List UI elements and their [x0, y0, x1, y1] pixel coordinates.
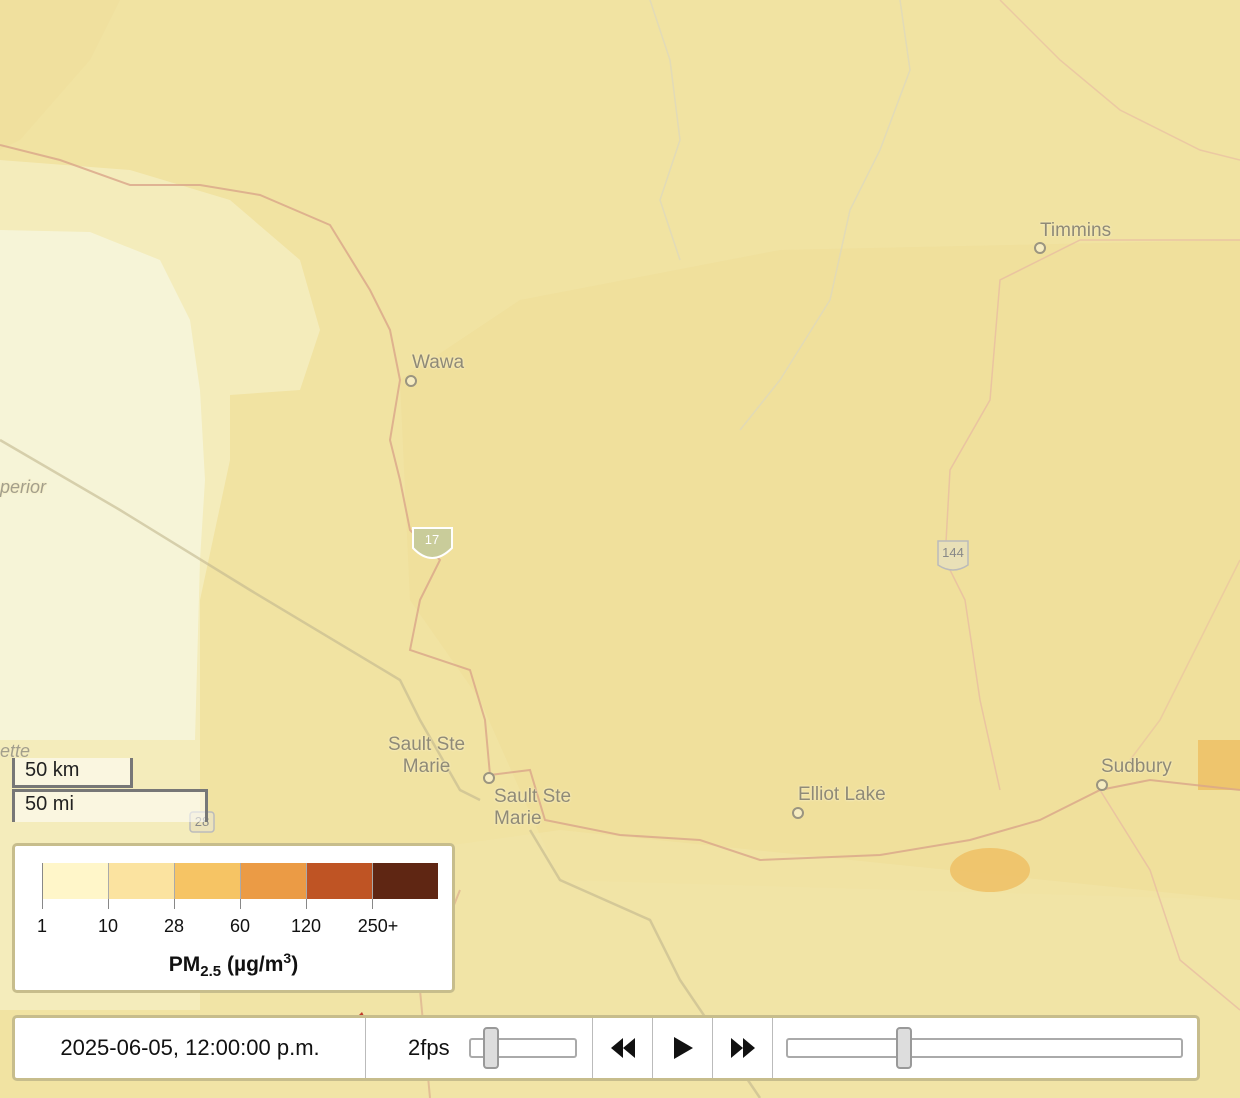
- legend-label-5: 250+: [357, 916, 399, 936]
- play-button[interactable]: [653, 1018, 713, 1078]
- scale-bar-mi: 50 mi: [12, 789, 208, 822]
- legend-title: PM2.5 (µg/m3): [15, 950, 452, 980]
- wawa-marker: [405, 375, 417, 387]
- legend-label-1: 10: [97, 916, 119, 936]
- play-icon: [673, 1037, 693, 1059]
- city-label-sault-ste-marie-mi: Sault Ste Marie: [494, 786, 572, 829]
- legend-title-sub: 2.5: [200, 963, 222, 981]
- legend-label-3: 60: [229, 916, 251, 936]
- fast-forward-icon: [730, 1038, 755, 1058]
- rewind-icon: [610, 1038, 635, 1058]
- fps-slider-thumb[interactable]: [482, 1027, 499, 1069]
- timeline-control: [773, 1018, 1197, 1078]
- highway-shield-144: 144: [942, 545, 964, 560]
- timestamp-display: 2025-06-05, 12:00:00 p.m.: [15, 1018, 366, 1078]
- legend-tick-2: [174, 899, 175, 909]
- legend-swatch-0: [42, 863, 108, 899]
- legend-swatch-3: [240, 863, 306, 899]
- legend-swatch-1: [108, 863, 174, 899]
- legend-swatch-4: [306, 863, 372, 899]
- city-label-elliot-lake: Elliot Lake: [798, 784, 886, 805]
- rewind-button[interactable]: [593, 1018, 653, 1078]
- legend-tick-1: [108, 899, 109, 909]
- pm25-legend: 1 10 28 60 120 250+ PM2.5 (µg/m3): [12, 843, 455, 993]
- legend-label-2: 28: [163, 916, 185, 936]
- legend-tick-5: [372, 899, 373, 909]
- legend-tick-3: [240, 899, 241, 909]
- fps-control: 2fps: [366, 1018, 593, 1078]
- fast-forward-button[interactable]: [713, 1018, 773, 1078]
- city-label-timmins: Timmins: [1040, 220, 1112, 241]
- scale-bar-km-label: 50 km: [25, 759, 80, 781]
- timeline-slider-thumb[interactable]: [896, 1027, 913, 1069]
- legend-color-scale: [42, 863, 438, 899]
- legend-title-close: ): [291, 953, 299, 976]
- timmins-marker: [1034, 242, 1046, 254]
- legend-tick-4: [306, 899, 307, 909]
- water-label-lake-superior: perior: [0, 477, 47, 497]
- animation-player: 2025-06-05, 12:00:00 p.m. 2fps: [12, 1015, 1200, 1081]
- city-label-sudbury: Sudbury: [1101, 756, 1172, 777]
- sault-ste-marie-marker: [483, 772, 495, 784]
- legend-tick-0: [42, 899, 43, 909]
- elliot-lake-marker: [792, 807, 804, 819]
- fps-label: 2fps: [408, 1035, 450, 1060]
- sudbury-marker: [1096, 779, 1108, 791]
- scale-bar-km: 50 km: [12, 758, 133, 788]
- legend-title-units: (µg/m: [221, 953, 284, 976]
- scale-bar-mi-label: 50 mi: [25, 793, 74, 815]
- legend-swatch-2: [174, 863, 240, 899]
- legend-swatch-5: [372, 863, 438, 899]
- city-label-sault-ste-marie-on: Sault Ste Marie: [388, 734, 466, 777]
- highway-shield-17: 17: [424, 532, 440, 547]
- timeline-slider-track[interactable]: [786, 1038, 1183, 1058]
- legend-label-0: 1: [36, 916, 48, 936]
- legend-label-4: 120: [290, 916, 322, 936]
- legend-title-main: PM: [168, 953, 201, 976]
- timestamp-text: 2025-06-05, 12:00:00 p.m.: [60, 1035, 320, 1060]
- city-label-wawa: Wawa: [412, 352, 465, 373]
